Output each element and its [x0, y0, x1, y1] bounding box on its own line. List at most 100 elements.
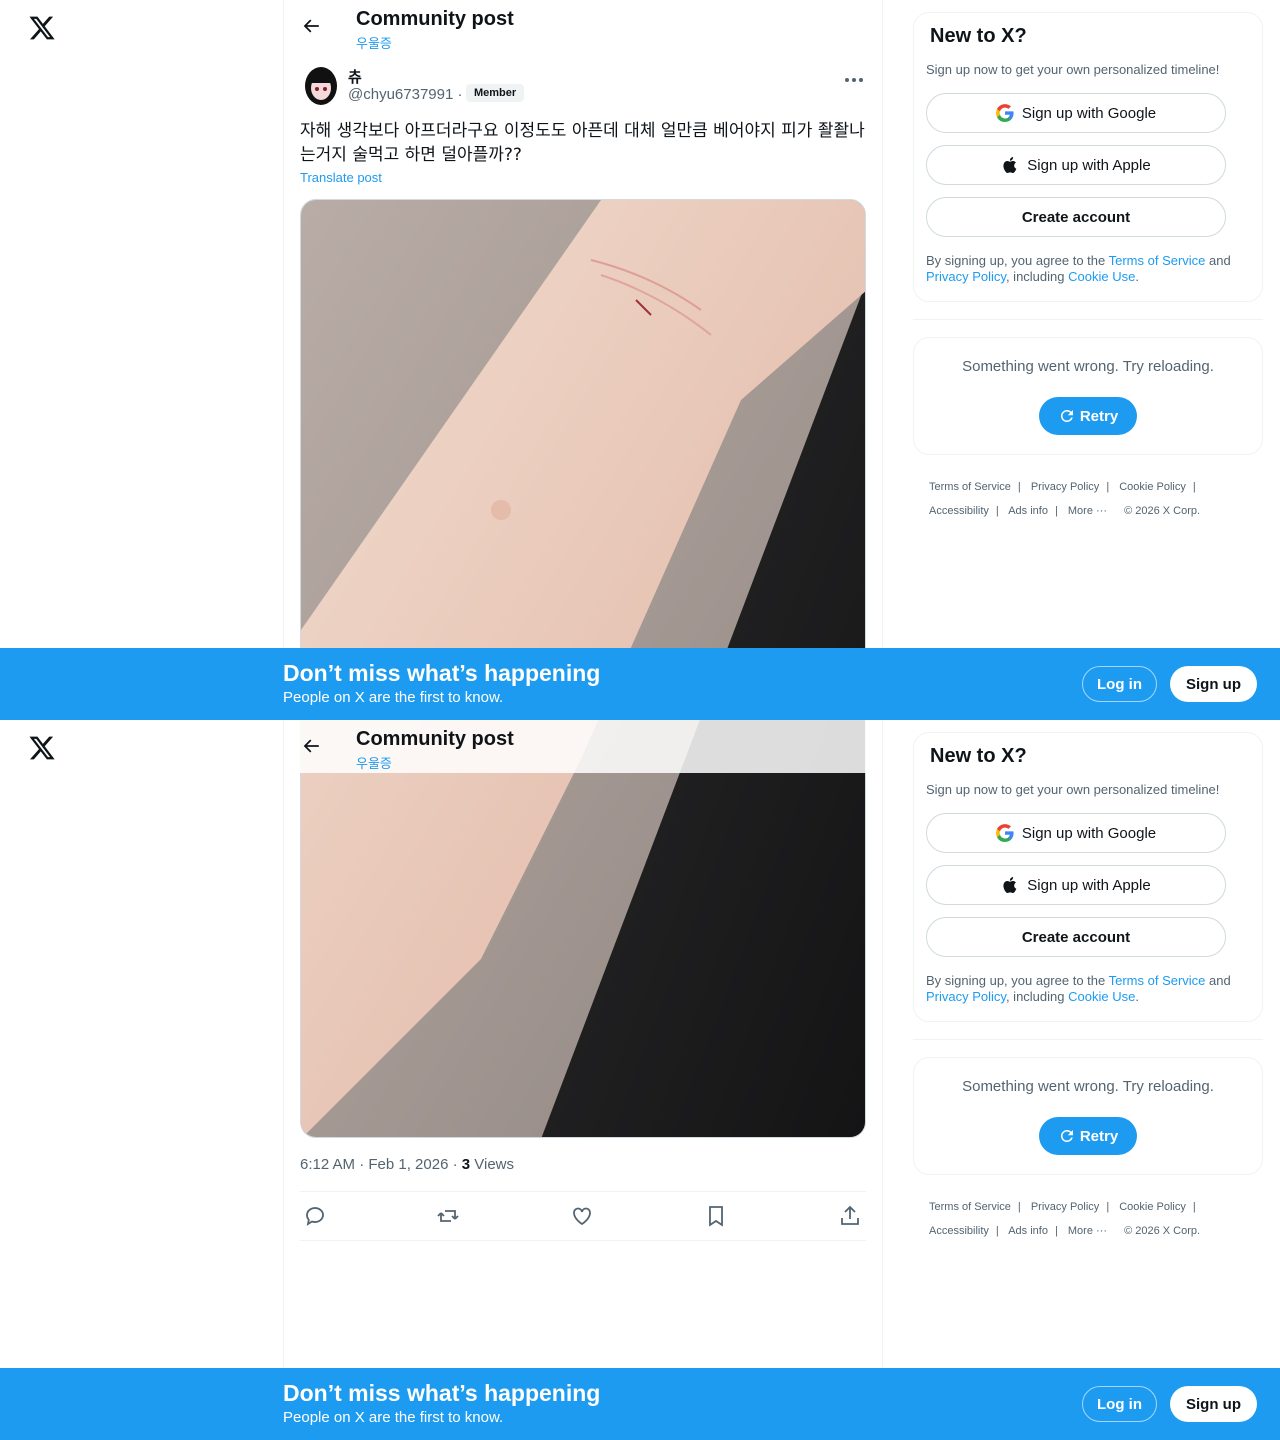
post-column: Community post 우울증 6:12 AM · Feb 1, 2026…	[283, 720, 883, 1440]
privacy-link[interactable]: Privacy Policy	[926, 269, 1006, 284]
translate-link[interactable]: Translate post	[300, 170, 382, 185]
retry-label: Retry	[1079, 1127, 1119, 1145]
member-badge: Member	[466, 84, 525, 102]
signup-card: New to X? Sign up now to get your own pe…	[913, 732, 1263, 1022]
signup-title: New to X?	[930, 745, 1027, 767]
retry-icon	[1060, 409, 1073, 422]
google-signup-button[interactable]: Sign up with Google	[926, 93, 1226, 133]
google-signup-button[interactable]: Sign up with Google	[926, 813, 1226, 853]
signup-card: New to X? Sign up now to get your own pe…	[913, 12, 1263, 302]
avatar[interactable]	[304, 66, 338, 106]
banner-title: Don’t miss what’s happening	[283, 660, 601, 686]
repost-icon[interactable]	[436, 1204, 460, 1228]
apple-icon	[1003, 877, 1017, 893]
footer-privacy[interactable]: Privacy Policy	[1031, 481, 1099, 493]
retry-button[interactable]: Retry	[1039, 397, 1137, 435]
error-card: Something went wrong. Try reloading. Ret…	[913, 337, 1263, 455]
more-icon[interactable]	[842, 70, 866, 90]
signup-subtitle: Sign up now to get your own personalized…	[926, 62, 1220, 77]
community-link[interactable]: 우울증	[356, 33, 392, 52]
google-signup-label: Sign up with Google	[1021, 824, 1157, 842]
terms-link[interactable]: Terms of Service	[1109, 253, 1206, 268]
google-icon	[995, 824, 1014, 842]
post-image[interactable]	[300, 720, 866, 1138]
apple-signup-label: Sign up with Apple	[1027, 156, 1151, 174]
page-title: Community post	[356, 728, 514, 750]
banner-title: Don’t miss what’s happening	[283, 1380, 601, 1406]
author-name[interactable]: 츄	[348, 66, 362, 87]
post-text: 자해 생각보다 아프더라구요 이정도도 아픈데 대체 얼만큼 베어야지 피가 좔…	[300, 121, 865, 165]
login-button[interactable]: Log in	[1082, 1386, 1157, 1422]
signup-button[interactable]: Sign up	[1170, 1386, 1257, 1422]
viewport-scrolled: Community post 우울증 6:12 AM · Feb 1, 2026…	[0, 720, 1280, 1440]
page-header: Community post 우울증	[284, 720, 882, 773]
footer-privacy[interactable]: Privacy Policy	[1031, 1201, 1099, 1213]
photo-arm	[301, 200, 865, 720]
terms-link[interactable]: Terms of Service	[1109, 973, 1206, 988]
create-account-button[interactable]: Create account	[926, 197, 1226, 237]
bottom-banner: Don’t miss what’s happening People on X …	[0, 648, 1280, 720]
legal-text: By signing up, you agree to the Terms of…	[926, 973, 1231, 1004]
footer-links: Terms of Service | Privacy Policy | Cookie…	[929, 1201, 1201, 1237]
views-count: 3	[461, 1156, 471, 1173]
right-sidebar: New to X? Sign up now to get your own pe…	[913, 732, 1263, 1243]
share-icon[interactable]	[838, 1204, 862, 1228]
create-account-button[interactable]: Create account	[926, 917, 1226, 957]
footer-cookie[interactable]: Cookie Policy	[1119, 1201, 1186, 1213]
back-arrow-icon[interactable]	[298, 733, 324, 759]
signup-title: New to X?	[930, 25, 1027, 47]
banner-subtitle: People on X are the first to know.	[283, 1409, 504, 1426]
post-meta: 6:12 AM · Feb 1, 2026 · 3 Views	[300, 1156, 514, 1173]
divider	[913, 319, 1263, 320]
back-arrow-icon[interactable]	[298, 13, 324, 39]
photo-arm	[301, 720, 865, 1137]
apple-signup-label: Sign up with Apple	[1027, 876, 1151, 894]
retry-button[interactable]: Retry	[1039, 1117, 1137, 1155]
footer-accessibility[interactable]: Accessibility	[929, 505, 989, 517]
legal-text: By signing up, you agree to the Terms of…	[926, 253, 1231, 284]
x-logo-icon[interactable]	[28, 14, 56, 42]
signup-subtitle: Sign up now to get your own personalized…	[926, 782, 1220, 797]
error-card: Something went wrong. Try reloading. Ret…	[913, 1057, 1263, 1175]
footer-more[interactable]: More ···	[1068, 505, 1107, 517]
apple-signup-button[interactable]: Sign up with Apple	[926, 145, 1226, 185]
footer-terms[interactable]: Terms of Service	[929, 1201, 1011, 1213]
footer-ads[interactable]: Ads info	[1008, 505, 1048, 517]
footer-links: Terms of Service | Privacy Policy | Cookie…	[929, 481, 1201, 517]
post-author: 츄 @chyu6737991 · Member	[300, 62, 870, 110]
login-button[interactable]: Log in	[1082, 666, 1157, 702]
footer-terms[interactable]: Terms of Service	[929, 481, 1011, 493]
like-icon[interactable]	[570, 1204, 594, 1228]
post-column: Community post 우울증 츄 @chyu6737991 · Memb…	[283, 0, 883, 720]
x-logo-icon[interactable]	[28, 734, 56, 762]
apple-icon	[1003, 157, 1017, 173]
bookmark-icon[interactable]	[704, 1204, 728, 1228]
cookie-link[interactable]: Cookie Use	[1068, 269, 1135, 284]
bottom-banner: Don’t miss what’s happening People on X …	[0, 1368, 1280, 1440]
page-header: Community post 우울증	[284, 0, 882, 53]
right-sidebar: New to X? Sign up now to get your own pe…	[913, 12, 1263, 523]
footer-accessibility[interactable]: Accessibility	[929, 1225, 989, 1237]
error-message: Something went wrong. Try reloading.	[962, 358, 1214, 375]
author-handle[interactable]: @chyu6737991 ·	[348, 86, 462, 103]
apple-signup-button[interactable]: Sign up with Apple	[926, 865, 1226, 905]
cookie-link[interactable]: Cookie Use	[1068, 989, 1135, 1004]
footer-cookie[interactable]: Cookie Policy	[1119, 481, 1186, 493]
post-image[interactable]	[300, 199, 866, 720]
post-timestamp[interactable]: 6:12 AM · Feb 1, 2026 ·	[300, 1156, 462, 1173]
google-icon	[995, 104, 1014, 122]
page-title: Community post	[356, 8, 514, 30]
views-label: Views	[470, 1156, 515, 1173]
post-actions	[300, 1191, 866, 1241]
community-link[interactable]: 우울증	[356, 753, 392, 772]
retry-label: Retry	[1079, 407, 1119, 425]
signup-button[interactable]: Sign up	[1170, 666, 1257, 702]
footer-copyright: © 2026 X Corp.	[1124, 1225, 1201, 1237]
reply-icon[interactable]	[303, 1204, 327, 1228]
footer-ads[interactable]: Ads info	[1008, 1225, 1048, 1237]
divider	[913, 1039, 1263, 1040]
footer-more[interactable]: More ···	[1068, 1225, 1107, 1237]
privacy-link[interactable]: Privacy Policy	[926, 989, 1006, 1004]
viewport-top: Community post 우울증 츄 @chyu6737991 · Memb…	[0, 0, 1280, 720]
retry-icon	[1060, 1129, 1073, 1142]
